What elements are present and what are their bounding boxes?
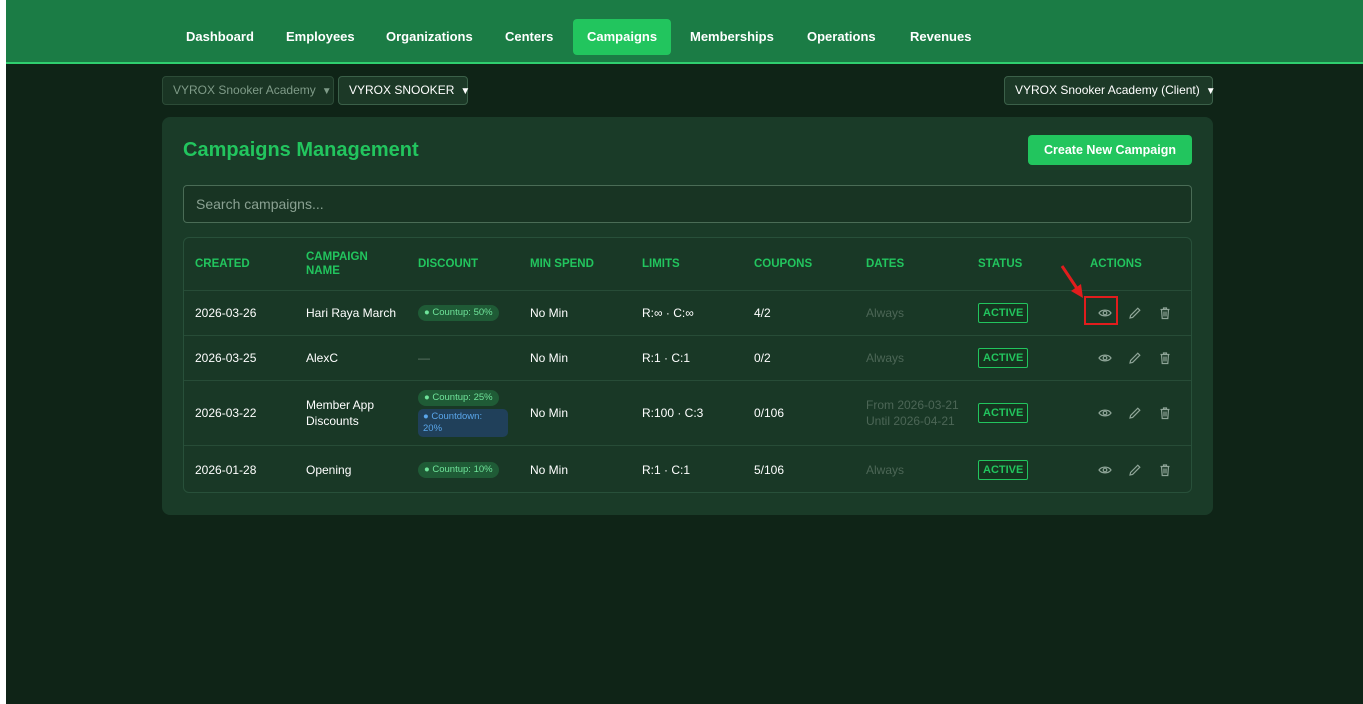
status-cell: ACTIVE [978, 381, 1029, 445]
header-dates: DATES [866, 258, 905, 270]
center-selector[interactable]: VYROX SNOOKER ▼ [338, 76, 471, 105]
campaigns-table: CREATED CAMPAIGN NAME DISCOUNT MIN SPEND… [183, 237, 1192, 493]
dates-cell: From 2026-03-21 Until 2026-04-21 [866, 398, 959, 428]
nav-centers[interactable]: Centers [491, 19, 567, 55]
header-coupons: COUPONS [754, 258, 813, 270]
limits-cell: R:1 · C:1 [642, 462, 691, 477]
status-badge: ACTIVE [978, 403, 1029, 423]
header-limits: LIMITS [642, 258, 680, 270]
limits-cell: R:∞ · C:∞ [642, 306, 694, 320]
nav-organizations[interactable]: Organizations [372, 19, 487, 55]
status-badge: ACTIVE [978, 348, 1029, 368]
nav-operations[interactable]: Operations [793, 19, 890, 55]
coupons-cell: 4/2 [754, 306, 771, 320]
page-title: Campaigns Management [183, 139, 419, 161]
dates-cell: Always [866, 351, 905, 365]
campaign-name-cell: Hari Raya March [306, 306, 397, 320]
dates-cell: Always [866, 462, 905, 477]
pencil-icon[interactable] [1128, 406, 1142, 420]
campaign-name-cell: Member App Discounts [306, 398, 375, 428]
created-cell: 2026-01-28 [195, 462, 257, 477]
table-row: 2026-03-25 AlexC — No Min R:1 · C:1 0/2 … [184, 335, 1191, 380]
campaigns-card: Campaigns Management Create New Campaign… [162, 117, 1213, 515]
pencil-icon[interactable] [1128, 463, 1142, 477]
status-cell: ACTIVE [978, 291, 1029, 335]
limits-cell: R:100 · C:3 [642, 406, 704, 420]
coupons-cell: 0/2 [754, 351, 771, 365]
created-cell: 2026-03-22 [195, 406, 257, 420]
campaign-name-cell: Opening [306, 462, 352, 477]
min-spend-cell: No Min [530, 351, 569, 365]
trash-icon[interactable] [1158, 406, 1172, 420]
countup-badge: ● Countup: 25% [418, 389, 499, 406]
nav-revenues[interactable]: Revenues [896, 19, 985, 55]
trash-icon[interactable] [1158, 463, 1172, 477]
status-cell: ACTIVE [978, 446, 1029, 492]
caret-down-icon: ▼ [1205, 86, 1216, 97]
header-min-spend: MIN SPEND [530, 258, 594, 270]
top-navigation: Dashboard Employees Organizations Center… [6, 0, 1363, 64]
header-actions: ACTIONS [1090, 258, 1142, 270]
header-discount: DISCOUNT [418, 258, 479, 270]
red-arrow-icon [1060, 265, 1083, 298]
min-spend-cell: No Min [530, 306, 569, 320]
countup-badge: ● Countup: 50% [418, 305, 499, 321]
pencil-icon[interactable] [1128, 306, 1142, 320]
trash-icon[interactable] [1158, 351, 1172, 365]
table-row: 2026-03-26 Hari Raya March ● Countup: 50… [184, 290, 1191, 335]
caret-down-icon: ▼ [460, 86, 471, 97]
status-cell: ACTIVE [978, 336, 1029, 380]
nav-campaigns[interactable]: Campaigns [573, 19, 672, 55]
limits-cell: R:1 · C:1 [642, 351, 691, 365]
table-row: 2026-01-28 Opening ● Countup: 10% No Min… [184, 445, 1191, 492]
coupons-cell: 5/106 [754, 462, 785, 477]
client-selector-label: VYROX Snooker Academy (Client) [1015, 83, 1200, 97]
highlight-box [1084, 296, 1118, 325]
discount-cell: ● Countup: 10% [418, 446, 499, 492]
header-status: STATUS [978, 258, 1023, 270]
academy-selector[interactable]: VYROX Snooker Academy ▼ [162, 76, 334, 105]
dates-cell: Always [866, 306, 905, 320]
countdown-badge: ● Countdown: 20% [418, 408, 508, 437]
min-spend-cell: No Min [530, 462, 569, 477]
min-spend-cell: No Min [530, 406, 569, 420]
nav-employees[interactable]: Employees [272, 19, 369, 55]
created-cell: 2026-03-25 [195, 351, 257, 365]
nav-dashboard[interactable]: Dashboard [172, 19, 268, 55]
pencil-icon[interactable] [1128, 351, 1142, 365]
discount-cell: — [418, 351, 430, 365]
header-campaign-name: CAMPAIGN NAME [306, 251, 368, 277]
center-selector-label: VYROX SNOOKER [349, 83, 455, 97]
created-cell: 2026-03-26 [195, 306, 257, 320]
search-input[interactable] [183, 185, 1192, 223]
caret-down-icon: ▼ [321, 86, 332, 97]
campaign-name-cell: AlexC [306, 351, 339, 365]
create-campaign-button[interactable]: Create New Campaign [1028, 135, 1192, 165]
table-row: 2026-03-22 Member App Discounts ● Countu… [184, 380, 1191, 445]
eye-icon[interactable] [1098, 463, 1112, 477]
app-window: Dashboard Employees Organizations Center… [6, 0, 1363, 704]
nav-memberships[interactable]: Memberships [676, 19, 788, 55]
countup-badge: ● Countup: 10% [418, 461, 499, 478]
client-selector[interactable]: VYROX Snooker Academy (Client) ▼ [1004, 76, 1216, 105]
trash-icon[interactable] [1158, 306, 1172, 320]
header-created: CREATED [195, 258, 250, 270]
discount-cell: ● Countup: 25% ● Countdown: 20% [418, 381, 508, 445]
academy-selector-label: VYROX Snooker Academy [173, 83, 316, 97]
discount-cell: ● Countup: 50% [418, 291, 499, 335]
eye-icon[interactable] [1098, 406, 1112, 420]
status-badge: ACTIVE [978, 459, 1029, 480]
eye-icon[interactable] [1098, 351, 1112, 365]
status-badge: ACTIVE [978, 303, 1029, 323]
coupons-cell: 0/106 [754, 406, 785, 420]
